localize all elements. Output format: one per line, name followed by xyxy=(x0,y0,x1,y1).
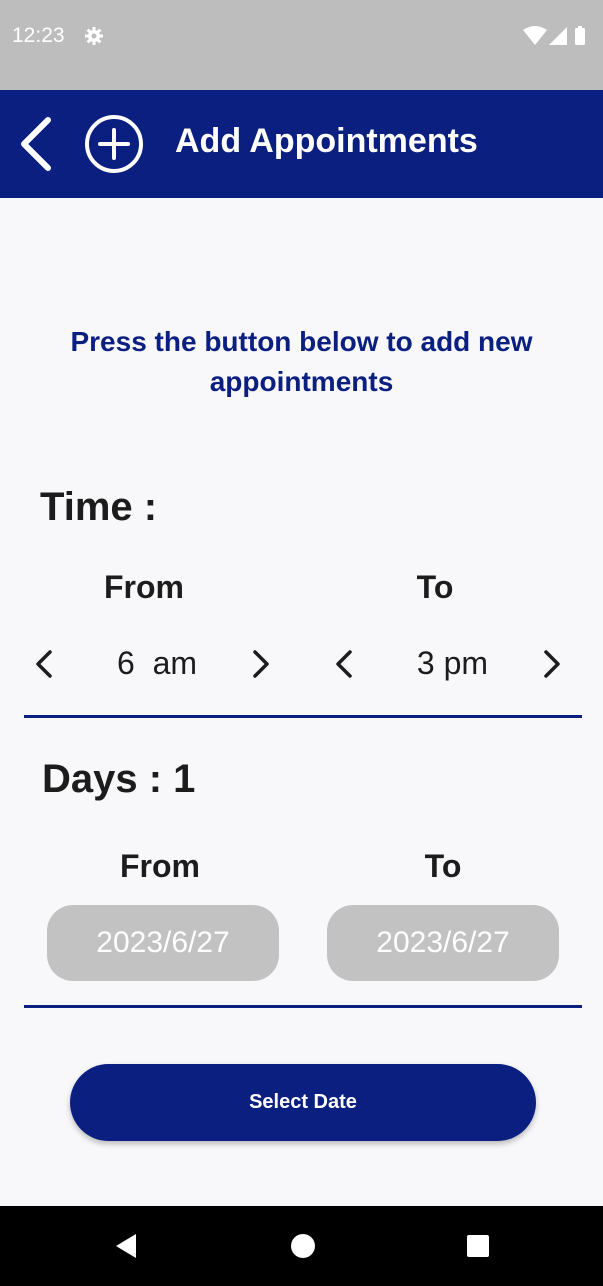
from-time-value: 6 am xyxy=(116,645,198,681)
days-section-divider xyxy=(24,1005,582,1008)
time-section-title: Time : xyxy=(40,485,158,529)
status-bar: 12:23 xyxy=(0,0,603,90)
battery-icon xyxy=(575,28,585,45)
signal-icon xyxy=(549,27,567,45)
app-bar: Add Appointments xyxy=(0,90,603,198)
wifi-icon xyxy=(523,26,547,45)
time-section-divider xyxy=(24,715,582,718)
add-circle-icon[interactable] xyxy=(84,114,144,174)
settings-icon xyxy=(85,27,103,45)
time-from-label: From xyxy=(104,569,184,605)
from-time-increment-chevron-right-icon[interactable] xyxy=(243,646,279,682)
system-nav-bar xyxy=(0,1206,603,1286)
back-arrow-icon[interactable] xyxy=(12,114,60,174)
select-date-button[interactable]: Select Date xyxy=(70,1064,536,1141)
status-time: 12:23 xyxy=(12,24,65,47)
page-title: Add Appointments xyxy=(175,122,478,160)
home-circle-icon[interactable] xyxy=(287,1230,319,1262)
to-time-value: 3 pm xyxy=(416,645,489,681)
days-from-label: From xyxy=(120,848,200,884)
from-date-field[interactable]: 2023/6/27 xyxy=(47,905,279,981)
to-date-field[interactable]: 2023/6/27 xyxy=(327,905,559,981)
days-section-title: Days : 1 xyxy=(42,757,196,801)
status-indicators xyxy=(523,26,585,45)
time-to-label: To xyxy=(416,569,454,605)
instructions-text: Press the button below to add new appoin… xyxy=(70,326,533,397)
to-time-increment-chevron-right-icon[interactable] xyxy=(534,646,570,682)
days-to-label: To xyxy=(424,848,462,884)
to-time-decrement-chevron-left-icon[interactable] xyxy=(326,646,362,682)
recents-square-icon[interactable] xyxy=(462,1230,494,1262)
back-triangle-icon[interactable] xyxy=(110,1230,142,1262)
from-time-decrement-chevron-left-icon[interactable] xyxy=(26,646,62,682)
